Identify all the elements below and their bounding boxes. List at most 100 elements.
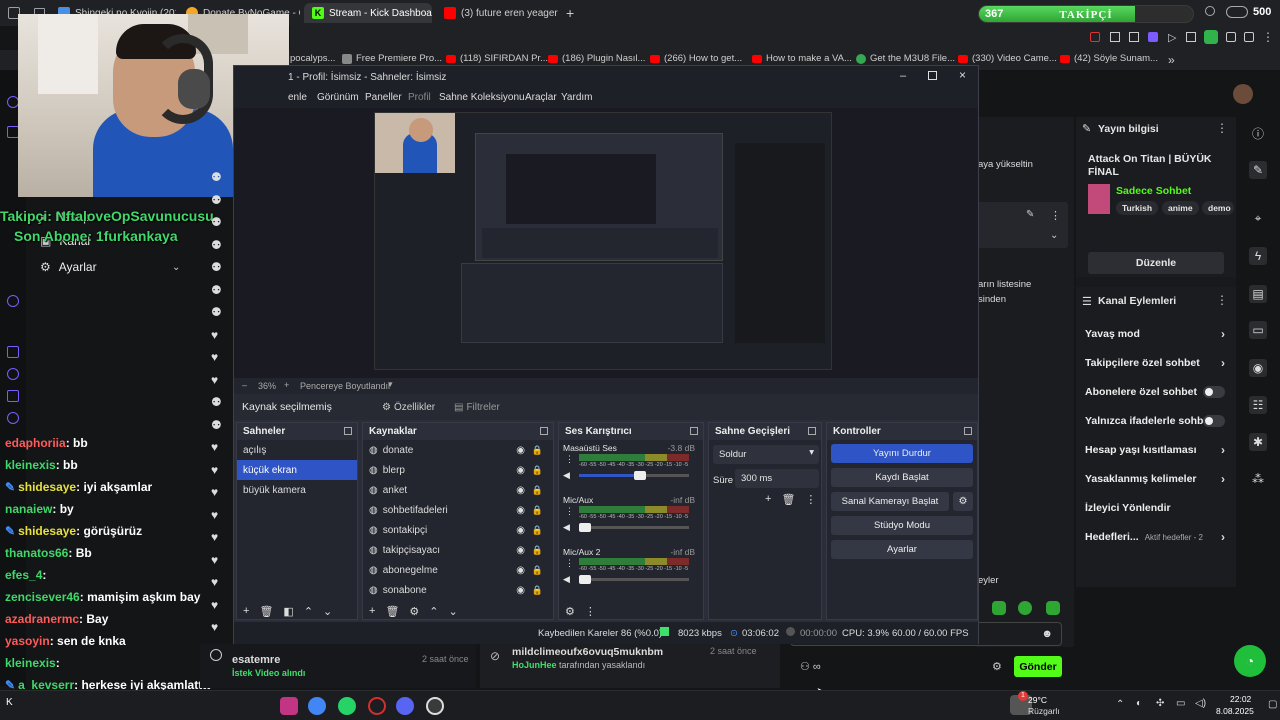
lock-icon[interactable]: 🔒: [532, 485, 543, 496]
chat-icon[interactable]: ▭: [1249, 321, 1267, 339]
browser-tab-kick[interactable]: K Stream - Kick Dashboard: [304, 3, 432, 23]
volume-slider[interactable]: [579, 523, 689, 532]
discord-icon[interactable]: [396, 697, 414, 715]
zoom-out-icon[interactable]: –: [242, 380, 247, 390]
send-button[interactable]: Gönder: [1014, 656, 1062, 677]
tag-icon[interactable]: [1129, 32, 1139, 42]
chat-tools-icon[interactable]: ⚇ ∞: [800, 660, 821, 673]
more-icon[interactable]: ⋮: [565, 558, 574, 569]
chat-username[interactable]: edaphoriia: [5, 436, 66, 450]
add-icon[interactable]: +: [765, 493, 771, 506]
opera-icon[interactable]: [368, 697, 386, 715]
obs-icon[interactable]: [426, 697, 444, 715]
popout-icon[interactable]: [808, 427, 816, 435]
eye-icon[interactable]: ◉: [516, 525, 525, 536]
menu-profile[interactable]: Profil: [408, 92, 431, 103]
chat-username[interactable]: zencisever46: [5, 590, 80, 604]
kick-extension-icon[interactable]: [1204, 30, 1218, 44]
gear-icon[interactable]: ⚙: [953, 492, 973, 511]
trash-icon[interactable]: 🗑: [259, 605, 273, 618]
chat-username[interactable]: yasoyin: [5, 634, 50, 648]
lightning-icon[interactable]: ϟ: [1249, 247, 1267, 265]
chat-username[interactable]: kleinexis: [5, 656, 56, 670]
trash-icon[interactable]: 🗑: [385, 605, 399, 618]
volume-slider[interactable]: [579, 471, 689, 480]
scene-item[interactable]: küçük ekran: [237, 460, 357, 480]
channel-action-item[interactable]: Yalnızca ifadelerle sohbet: [1085, 415, 1233, 427]
nav-icon[interactable]: [7, 368, 19, 380]
lock-icon[interactable]: 🔒: [532, 445, 543, 456]
volume-slider-knob[interactable]: [579, 575, 591, 584]
stream-category[interactable]: Sadece Sohbet: [1116, 185, 1191, 197]
eye-icon[interactable]: ◉: [516, 565, 525, 576]
emoji-icon[interactable]: ☻: [1041, 628, 1053, 640]
edit-icon[interactable]: ✎: [1249, 161, 1267, 179]
info-icon[interactable]: ⓘ: [1249, 125, 1267, 143]
browser-tab-youtube[interactable]: (3) future eren yeager - Y: [436, 3, 560, 23]
bookmark-item[interactable]: How to make a VA...: [752, 53, 852, 64]
lock-icon[interactable]: 🔒: [532, 525, 543, 536]
search-icon[interactable]: [1205, 6, 1215, 16]
lock-icon[interactable]: 🔒: [532, 545, 543, 556]
shield-icon[interactable]: [1148, 32, 1158, 42]
add-icon[interactable]: +: [243, 605, 249, 618]
properties-button[interactable]: ⚙ Özellikler: [382, 397, 438, 417]
channel-action-item[interactable]: Hesap yaşı kısıtlaması ›: [1085, 443, 1233, 457]
scene-item[interactable]: açılış: [237, 440, 357, 460]
chat-username[interactable]: kleinexis: [5, 458, 56, 472]
transition-select[interactable]: Soldur ▾: [713, 445, 819, 464]
zoom-in-icon[interactable]: +: [284, 380, 289, 390]
menu-tools[interactable]: Araçlar: [525, 92, 557, 103]
settings-icon[interactable]: ⚙: [565, 605, 575, 618]
whatsapp-icon[interactable]: [338, 697, 356, 715]
list-icon[interactable]: ☷: [1249, 396, 1267, 414]
bookmarks-more-button[interactable]: »: [1168, 53, 1175, 67]
bookmark-item[interactable]: (118) SIFIRDAN Pr...: [446, 53, 548, 64]
more-icon[interactable]: ⋮: [805, 493, 816, 506]
menu-view[interactable]: Görünüm: [317, 92, 359, 103]
volume-slider[interactable]: [579, 575, 689, 584]
menu-help[interactable]: Yardım: [561, 92, 593, 103]
avatar[interactable]: [1233, 84, 1253, 104]
support-chat-icon[interactable]: ◔: [1234, 645, 1266, 677]
source-item[interactable]: ◍ sohbetifadeleri ◉ 🔒: [363, 500, 553, 520]
notification-icon[interactable]: ▢: [1268, 699, 1277, 710]
source-item[interactable]: ◍ abonegelme ◉ 🔒: [363, 560, 553, 580]
gear-icon[interactable]: ⚙: [992, 660, 1002, 673]
add-icon[interactable]: +: [369, 605, 375, 618]
grid-icon[interactable]: ⁂: [1249, 470, 1267, 488]
nav-icon[interactable]: [7, 346, 19, 358]
popout-icon[interactable]: [690, 427, 698, 435]
more-icon[interactable]: ⋮: [1216, 121, 1228, 135]
screenshot-icon[interactable]: [1110, 32, 1120, 42]
bookmark-item[interactable]: (42) Söyle Sunam...: [1060, 53, 1158, 64]
network-icon[interactable]: ▭: [1176, 698, 1185, 709]
popout-icon[interactable]: [964, 427, 972, 435]
duration-input[interactable]: 300 ms: [735, 469, 819, 488]
filters-button[interactable]: ▤ Filtreler: [454, 397, 504, 417]
close-icon[interactable]: ×: [959, 68, 966, 82]
download-icon[interactable]: [1244, 32, 1254, 42]
chevron-up-icon[interactable]: ⌃: [1116, 699, 1124, 710]
chevron-down-icon[interactable]: ⌄: [323, 605, 332, 618]
eye-icon[interactable]: ◉: [516, 505, 525, 516]
menu-scene[interactable]: enle: [288, 92, 307, 103]
goals-item[interactable]: Hedefleri... Aktif hedefler - 2 ›: [1085, 530, 1233, 544]
toggle-switch[interactable]: [1203, 386, 1225, 398]
target-icon[interactable]: ⌖: [1249, 209, 1267, 227]
emote-icon[interactable]: [1018, 601, 1032, 615]
eye-icon[interactable]: ◉: [516, 465, 525, 476]
eye-icon[interactable]: ◉: [516, 485, 525, 496]
bookmark-item[interactable]: pocalyps...: [290, 53, 335, 64]
speaker-icon[interactable]: ◀: [563, 522, 570, 533]
tool-icon[interactable]: ✱: [1249, 433, 1267, 451]
bookmark-item[interactable]: Free Premiere Pro...: [342, 53, 442, 64]
speaker-icon[interactable]: ◀: [563, 574, 570, 585]
nav-icon[interactable]: [7, 412, 19, 424]
more-icon[interactable]: ⋮: [565, 506, 574, 517]
more-icon[interactable]: ⋮: [1050, 209, 1061, 222]
chat-username[interactable]: thanatos66: [5, 546, 68, 560]
channel-action-item[interactable]: Abonelere özel sohbet: [1085, 386, 1233, 398]
volume-slider-knob[interactable]: [579, 523, 591, 532]
chevron-up-icon[interactable]: ⌃: [304, 605, 313, 618]
